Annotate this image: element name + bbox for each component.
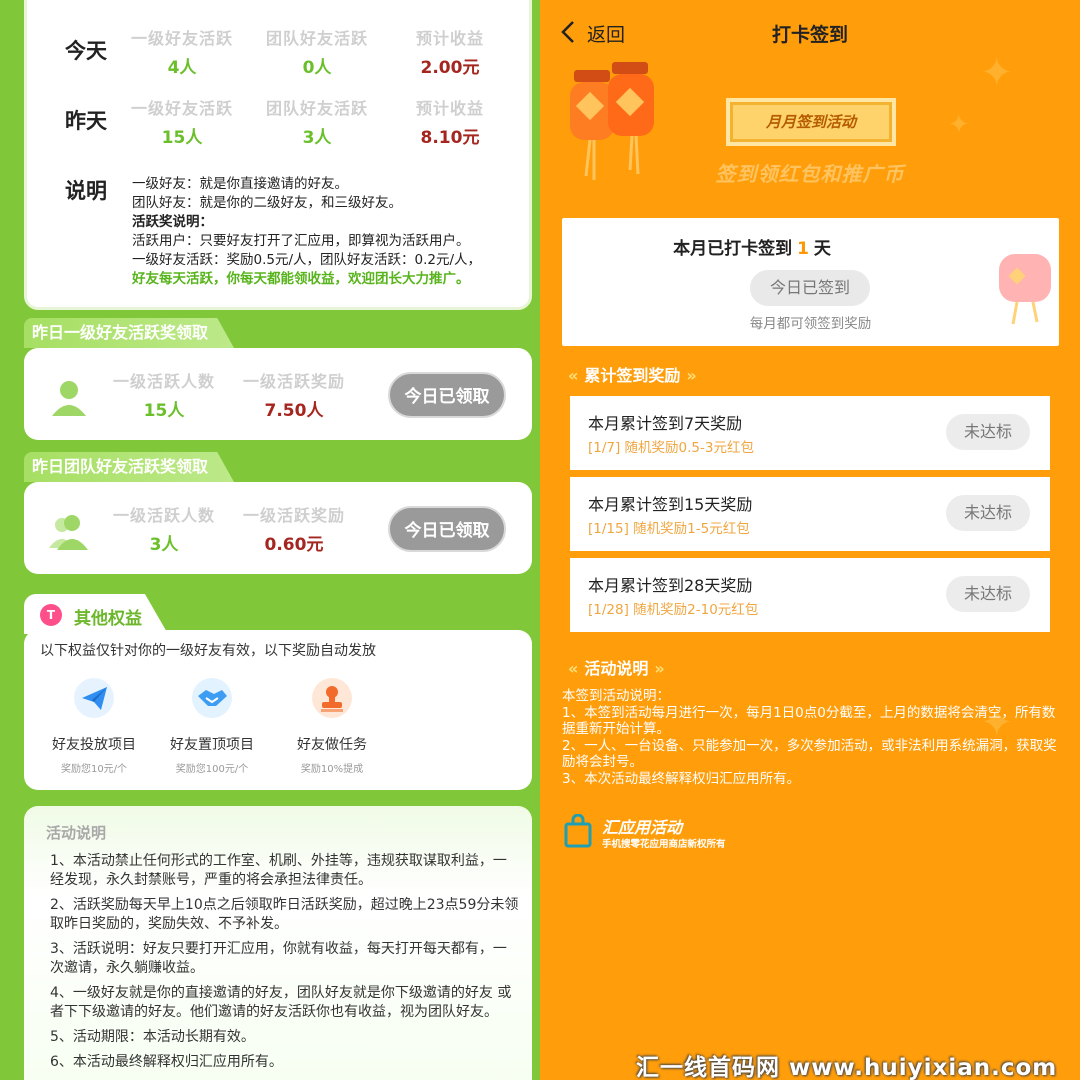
shopping-bag-icon <box>564 814 592 848</box>
left-panel: 今天 一级好友活跃 4人 团队好友活跃 0人 预计收益 2.00元 昨天 一级好… <box>0 0 540 1080</box>
yesterday-income: 预计收益 8.10元 <box>415 99 484 148</box>
rules-header: «活动说明» <box>568 659 665 678</box>
yesterday-label: 昨天 <box>65 109 107 133</box>
desc-label: 说明 <box>65 179 107 203</box>
user-icon <box>52 381 86 416</box>
stats-description: 一级好友：就是你直接邀请的好友。 团队好友：就是你的二级好友，和三级好友。 活跃… <box>132 176 482 287</box>
award2-reward: 一级活跃奖励 0.60元 <box>242 506 345 555</box>
brand-footer: 汇应用活动 手机搜零花应用商店新权所有 <box>564 814 964 854</box>
sparkle-decoration: ✦ <box>948 110 970 140</box>
top-bar: 返回 打卡签到 <box>540 0 1080 64</box>
slogan: 签到领红包和推广币 <box>715 162 905 186</box>
stamp-icon <box>312 678 352 718</box>
activity-card: 活动说明 1、本活动禁止任何形式的工作室、机刷、外挂等，违规获取谋取利益，一经发… <box>24 806 532 1080</box>
mini-lantern-icon <box>999 254 1051 325</box>
sign-in-button[interactable]: 今日已签到 <box>750 270 870 306</box>
today-team: 团队好友活跃 0人 <box>265 29 368 78</box>
paper-plane-icon <box>74 678 114 718</box>
activity-rules: 1、本活动禁止任何形式的工作室、机刷、外挂等，违规获取谋取利益，一经发现，永久封… <box>50 853 519 1070</box>
activity-title: 活动说明 <box>46 824 107 842</box>
right-panel: ✦ ✦ ✦ 返回 打卡签到 月月签到活动 签到领红包和推广币 本月已打卡签到 1 天… <box>540 0 1080 1080</box>
award2-count: 一级活跃人数 3人 <box>112 506 215 555</box>
reward-status-button[interactable]: 未达标 <box>946 495 1030 531</box>
benefit-item-pin[interactable]: 好友置顶项目 奖励您100元/个 <box>152 678 272 775</box>
sign-note: 每月都可领签到奖励 <box>749 316 872 332</box>
other-benefits-tab: T 其他权益 <box>24 594 168 634</box>
today-level1: 一级好友活跃 4人 <box>130 29 233 78</box>
today-income: 预计收益 2.00元 <box>415 29 484 78</box>
other-benefits-card: 以下权益仅针对你的一级好友有效，以下奖励自动发放 好友投放项目 奖励您10元/个… <box>24 630 532 790</box>
award2-card: 一级活跃人数 3人 一级活跃奖励 0.60元 今日已领取 <box>24 482 532 574</box>
award1-count: 一级活跃人数 15人 <box>112 372 215 421</box>
award2-claim-button[interactable]: 今日已领取 <box>388 506 506 552</box>
other-benefits-desc: 以下权益仅针对你的一级好友有效，以下奖励自动发放 <box>40 643 376 659</box>
stats-card: 今天 一级好友活跃 4人 团队好友活跃 0人 预计收益 2.00元 昨天 一级好… <box>24 0 532 310</box>
cumulative-rewards-header: «累计签到奖励» <box>568 366 697 385</box>
activity-banner: 月月签到活动 <box>730 102 892 142</box>
benefit-badge-icon: T <box>40 604 62 626</box>
watermark: 汇一线首码网 www.huiyixian.com <box>636 1055 1058 1080</box>
reward-row: 本月累计签到15天奖励 [1/15] 随机奖励1-5元红包 未达标 <box>566 477 1054 551</box>
today-label: 今天 <box>65 39 107 63</box>
benefit-item-publish[interactable]: 好友投放项目 奖励您10元/个 <box>34 678 154 775</box>
sign-count: 本月已打卡签到 1 天 <box>673 239 831 259</box>
other-benefits-title: 其他权益 <box>74 609 142 629</box>
reward-status-button[interactable]: 未达标 <box>946 414 1030 450</box>
award1-title: 昨日一级好友活跃奖领取 <box>24 318 234 348</box>
award1-reward: 一级活跃奖励 7.50人 <box>242 372 345 421</box>
benefit-item-task[interactable]: 好友做任务 奖励10%提成 <box>272 678 392 775</box>
yesterday-level1: 一级好友活跃 15人 <box>130 99 233 148</box>
reward-row: 本月累计签到28天奖励 [1/28] 随机奖励2-10元红包 未达标 <box>566 558 1054 632</box>
reward-row: 本月累计签到7天奖励 [1/7] 随机奖励0.5-3元红包 未达标 <box>566 396 1054 470</box>
award2-title: 昨日团队好友活跃奖领取 <box>24 452 234 482</box>
reward-status-button[interactable]: 未达标 <box>946 576 1030 612</box>
award1-claim-button[interactable]: 今日已领取 <box>388 372 506 418</box>
page-title: 打卡签到 <box>771 24 848 46</box>
award1-card: 一级活跃人数 15人 一级活跃奖励 7.50人 今日已领取 <box>24 348 532 440</box>
sign-in-card: 本月已打卡签到 1 天 今日已签到 每月都可领签到奖励 <box>562 218 1059 346</box>
yesterday-team: 团队好友活跃 3人 <box>265 99 368 148</box>
team-icon <box>49 515 88 550</box>
rules-text: 本签到活动说明： 1、本签到活动每月进行一次，每月1日0点0分截至，上月的数据将… <box>562 688 1057 787</box>
handshake-icon <box>192 678 232 718</box>
